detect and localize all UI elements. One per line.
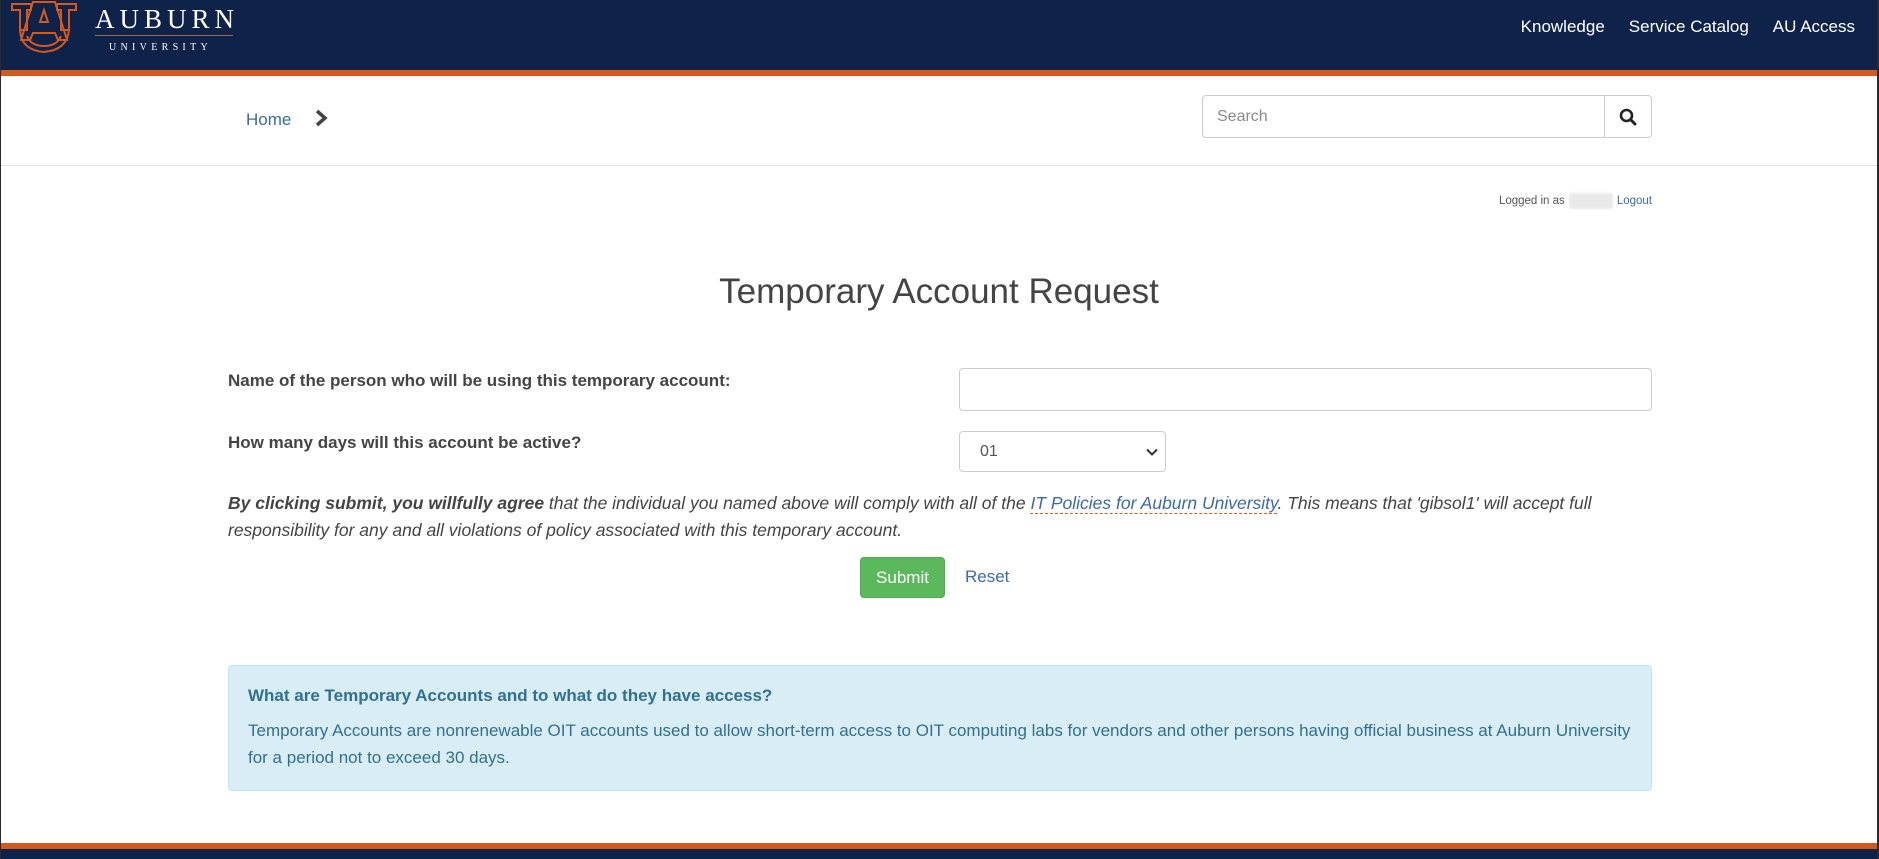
search-icon xyxy=(1619,108,1637,125)
page: AUBURN UNIVERSITY Knowledge Service Cata… xyxy=(1,0,1877,859)
name-input[interactable] xyxy=(959,368,1652,411)
session-info: Logged in as Logout xyxy=(1499,193,1652,209)
top-nav: Knowledge Service Catalog AU Access xyxy=(1521,17,1855,37)
agreement-bold: By clicking submit, you willfully agree xyxy=(228,493,545,513)
search-button[interactable] xyxy=(1605,95,1652,138)
top-navbar: AUBURN UNIVERSITY Knowledge Service Cata… xyxy=(1,0,1877,70)
days-select[interactable]: 01 xyxy=(959,431,1166,472)
chevron-right-icon xyxy=(315,109,328,127)
logo-wordmark: AUBURN xyxy=(95,4,240,34)
info-heading: What are Temporary Accounts and to what … xyxy=(248,686,773,705)
days-label: How many days will this account be activ… xyxy=(228,433,582,452)
info-panel: What are Temporary Accounts and to what … xyxy=(228,665,1652,791)
nav-au-access[interactable]: AU Access xyxy=(1773,17,1855,37)
footer-bar xyxy=(1,849,1877,859)
auburn-logo[interactable]: AUBURN UNIVERSITY xyxy=(9,0,234,62)
agreement-text: By clicking submit, you willfully agree … xyxy=(228,490,1658,544)
username-redacted xyxy=(1568,193,1613,209)
nav-knowledge[interactable]: Knowledge xyxy=(1521,17,1605,37)
search-bar xyxy=(1202,95,1652,138)
days-selected-value: 01 xyxy=(980,442,998,460)
logo-divider xyxy=(95,35,233,36)
it-policies-link[interactable]: IT Policies for Auburn University xyxy=(1030,493,1278,514)
logo-subtitle: UNIVERSITY xyxy=(109,42,212,53)
breadcrumb-home[interactable]: Home xyxy=(246,110,291,130)
logged-in-label: Logged in as xyxy=(1498,195,1565,207)
reset-link[interactable]: Reset xyxy=(965,567,1009,587)
agreement-part1: that the individual you named above will… xyxy=(544,493,1031,513)
search-input[interactable] xyxy=(1202,95,1605,138)
nav-service-catalog[interactable]: Service Catalog xyxy=(1629,17,1749,37)
au-logo-icon xyxy=(11,1,77,54)
info-body: Temporary Accounts are nonrenewable OIT … xyxy=(248,721,1631,767)
page-title: Temporary Account Request xyxy=(719,272,1159,311)
name-label: Name of the person who will be using thi… xyxy=(228,371,731,390)
submit-button[interactable]: Submit xyxy=(860,557,945,598)
chevron-down-icon xyxy=(1146,448,1158,456)
logout-link[interactable]: Logout xyxy=(1617,195,1652,207)
